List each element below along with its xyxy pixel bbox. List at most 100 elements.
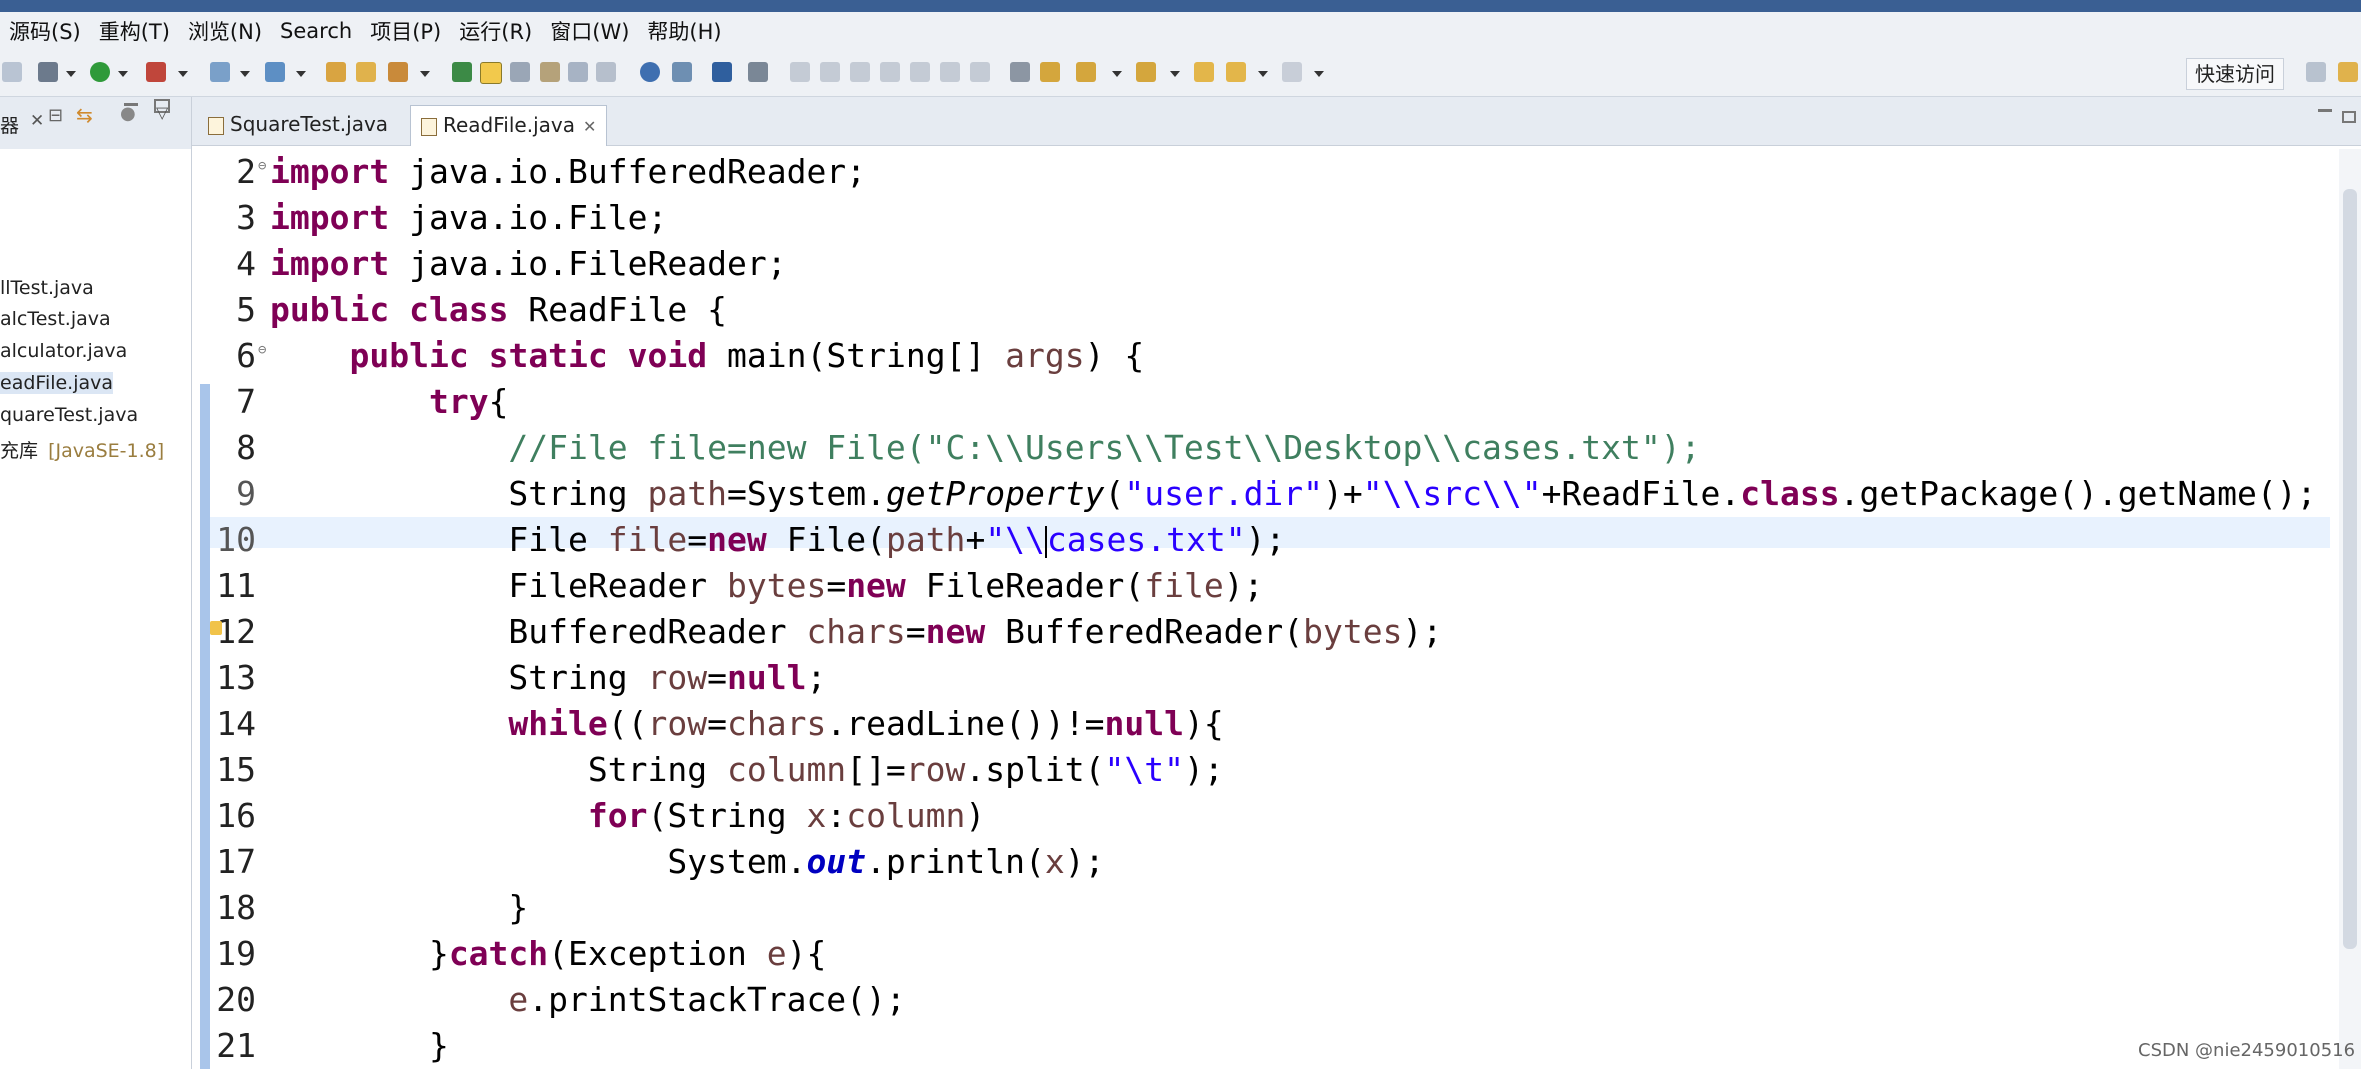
next-annotation-dropdown-icon[interactable] xyxy=(1112,71,1122,77)
save-all-icon[interactable] xyxy=(2,62,22,82)
tree-item-readfile[interactable]: eadFile.java xyxy=(0,372,114,394)
menu-window[interactable]: 窗口(W) xyxy=(541,16,638,46)
view-menu-icon[interactable]: ▽ xyxy=(156,103,168,122)
back-icon[interactable] xyxy=(1194,62,1214,82)
menu-search[interactable]: Search xyxy=(271,19,361,43)
close-icon[interactable]: ✕ xyxy=(30,111,44,131)
step-return-icon[interactable] xyxy=(970,62,990,82)
code-line[interactable]: 12 BufferedReader chars=new BufferedRead… xyxy=(210,609,2330,651)
code-line[interactable]: 14 while((row=chars.readLine())!=null){ xyxy=(210,701,2330,743)
code-token: e xyxy=(766,934,787,973)
menu-source[interactable]: 源码(S) xyxy=(0,16,90,46)
code-line[interactable]: 9 String path=System.getProperty("user.d… xyxy=(210,471,2330,513)
new-dropdown-icon[interactable] xyxy=(240,71,250,77)
show-whitespace-icon[interactable] xyxy=(540,62,560,82)
new-class-icon[interactable] xyxy=(265,62,285,82)
annotation-icon[interactable] xyxy=(1010,62,1030,82)
code-token: "\\ xyxy=(985,520,1045,559)
menu-run[interactable]: 运行(R) xyxy=(450,16,541,46)
code-line[interactable]: 5 public class ReadFile { xyxy=(210,287,2330,329)
code-line[interactable]: 8 //File file=new File("C:\\Users\\Test\… xyxy=(210,425,2330,467)
external-tools-icon[interactable] xyxy=(146,62,166,82)
toggle-mark-occurrences-icon[interactable] xyxy=(480,62,502,84)
code-line[interactable]: 17 System.out.println(x); xyxy=(210,839,2330,881)
code-line[interactable]: 6 ⊖ public static void main(String[] args… xyxy=(210,333,2330,375)
code-line[interactable]: 16 for(String x:column) xyxy=(210,793,2330,835)
link-with-editor-icon[interactable]: ⇆ xyxy=(76,103,93,127)
debug-dropdown-icon[interactable] xyxy=(66,71,76,77)
code-line[interactable]: 4 import java.io.FileReader; xyxy=(210,241,2330,283)
menu-navigate[interactable]: 浏览(N) xyxy=(179,16,271,46)
pin-editor-icon[interactable] xyxy=(596,62,616,82)
deploy-icon[interactable] xyxy=(672,62,692,82)
suspend-icon[interactable] xyxy=(820,62,840,82)
code-line[interactable]: 15 String column[]=row.split("\t"); xyxy=(210,747,2330,789)
code-line[interactable]: 3 import java.io.File; xyxy=(210,195,2330,237)
run-dropdown-icon[interactable] xyxy=(118,71,128,77)
step-over-icon[interactable] xyxy=(940,62,960,82)
java-perspective-icon[interactable] xyxy=(2338,62,2358,82)
previous-annotation-dropdown-icon[interactable] xyxy=(1170,71,1180,77)
menu-help[interactable]: 帮助(H) xyxy=(638,16,730,46)
tree-item-calctest[interactable]: alcTest.java xyxy=(0,308,111,330)
terminate-icon[interactable] xyxy=(850,62,870,82)
line-number: 11 xyxy=(216,566,256,605)
previous-annotation-icon[interactable] xyxy=(1136,62,1156,82)
collapse-all-icon[interactable]: ⊟ xyxy=(48,105,63,126)
scrollbar-thumb[interactable] xyxy=(2343,189,2357,949)
code-line[interactable]: 13 String row=null; xyxy=(210,655,2330,697)
menu-refactor[interactable]: 重构(T) xyxy=(90,16,179,46)
back-history-icon[interactable] xyxy=(1226,62,1246,82)
new-project-icon[interactable] xyxy=(210,62,230,82)
new-class-dropdown-icon[interactable] xyxy=(296,71,306,77)
code-line[interactable]: 2 ⊖ import java.io.BufferedReader; xyxy=(210,149,2330,191)
last-edit-icon[interactable] xyxy=(568,62,588,82)
search-dropdown-icon[interactable] xyxy=(420,71,430,77)
code-line[interactable]: 10 File file=new File(path+"\\cases.txt"… xyxy=(210,517,2330,559)
toggle-breadcrumb-icon[interactable] xyxy=(452,62,472,82)
tree-item-calculator[interactable]: alculator.java xyxy=(0,340,127,362)
external-tools-dropdown-icon[interactable] xyxy=(178,71,188,77)
search-icon[interactable] xyxy=(388,62,408,82)
code-editor[interactable]: 2 ⊖ import java.io.BufferedReader; 3 import … xyxy=(210,149,2330,1069)
resume-icon[interactable] xyxy=(790,62,810,82)
editor-minimize-icon[interactable] xyxy=(2318,109,2332,112)
next-annotation-icon[interactable] xyxy=(1076,62,1096,82)
disconnect-icon[interactable] xyxy=(880,62,900,82)
skip-breakpoints-icon[interactable] xyxy=(748,62,768,82)
tree-item-squaretest[interactable]: quareTest.java xyxy=(0,404,138,426)
code-line[interactable]: 18 } xyxy=(210,885,2330,927)
globe-icon[interactable] xyxy=(640,62,660,82)
open-perspective-icon[interactable] xyxy=(2306,62,2326,82)
tab-readfile[interactable]: ReadFile.java ✕ xyxy=(410,105,608,146)
console-icon[interactable] xyxy=(712,62,732,82)
menu-project[interactable]: 项目(P) xyxy=(361,16,450,46)
vertical-scrollbar[interactable] xyxy=(2339,149,2361,1069)
block-selection-icon[interactable] xyxy=(510,62,530,82)
warning-marker-icon[interactable] xyxy=(210,621,222,635)
editor-maximize-icon[interactable] xyxy=(2342,111,2356,123)
open-type-icon[interactable] xyxy=(326,62,346,82)
tree-item-jre-library[interactable]: 充库 [JavaSE-1.8] xyxy=(0,436,164,463)
focus-icon[interactable]: ● xyxy=(120,103,136,124)
task-icon[interactable] xyxy=(1040,62,1060,82)
run-icon[interactable] xyxy=(90,62,110,82)
tab-squaretest[interactable]: SquareTest.java xyxy=(198,105,400,145)
code-line[interactable]: 7 try{ xyxy=(210,379,2330,421)
close-tab-icon[interactable]: ✕ xyxy=(583,117,596,136)
forward-icon[interactable] xyxy=(1282,62,1302,82)
debug-icon[interactable] xyxy=(38,62,58,82)
code-line[interactable]: 11 FileReader bytes=new FileReader(file)… xyxy=(210,563,2330,605)
code-line[interactable]: 21 } xyxy=(210,1023,2330,1065)
open-folder-icon[interactable] xyxy=(356,62,376,82)
tree-item-alltest[interactable]: llTest.java xyxy=(0,277,94,299)
back-dropdown-icon[interactable] xyxy=(1258,71,1268,77)
fold-toggle-icon[interactable]: ⊖ xyxy=(258,143,266,189)
fold-toggle-icon[interactable]: ⊖ xyxy=(258,327,266,373)
quick-access-field[interactable]: 快速访问 xyxy=(2186,58,2284,90)
code-line[interactable]: 20 e.printStackTrace(); xyxy=(210,977,2330,1019)
forward-dropdown-icon[interactable] xyxy=(1314,71,1324,77)
code-line[interactable]: 19 }catch(Exception e){ xyxy=(210,931,2330,973)
step-into-icon[interactable] xyxy=(910,62,930,82)
package-explorer-title[interactable]: 器 xyxy=(0,111,19,138)
